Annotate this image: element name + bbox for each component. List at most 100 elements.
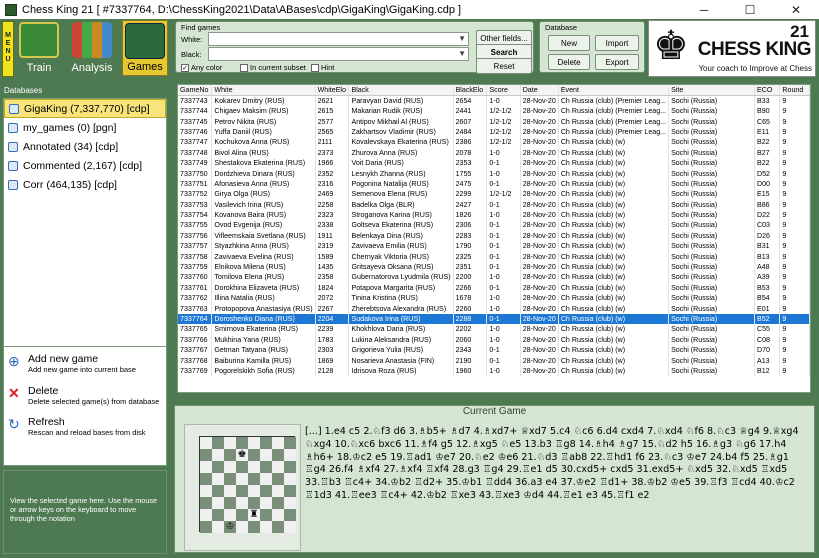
table-row[interactable]: 7337749 Shestakova Ekaterina (RUS) 1966 Voi… [178, 157, 810, 169]
board-square[interactable] [200, 437, 212, 449]
new-db-button[interactable]: New [548, 35, 590, 51]
column-header[interactable]: Site [668, 85, 755, 96]
maximize-button[interactable]: ☐ [727, 0, 773, 19]
board-square[interactable] [212, 473, 224, 485]
board-square[interactable] [200, 485, 212, 497]
board-square[interactable] [236, 461, 248, 473]
board-square[interactable] [260, 449, 272, 461]
board-square[interactable] [236, 497, 248, 509]
column-header[interactable]: Event [558, 85, 670, 96]
current-subset-checkbox[interactable]: In current subset [240, 63, 306, 72]
board-square[interactable] [272, 437, 284, 449]
board-square[interactable] [260, 473, 272, 485]
board-square[interactable] [260, 461, 272, 473]
board-square[interactable] [200, 461, 212, 473]
refresh-action[interactable]: ↻ Refresh Rescan and reload bases from d… [8, 416, 168, 437]
add-game-action[interactable]: ⊕ Add new game Add new game into current… [8, 353, 168, 374]
table-row[interactable]: 7337769 Pogorelskikh Sofia (RUS) 2128 Idris… [178, 365, 810, 377]
games-table[interactable]: GameNo White WhiteElo Black BlackElo Score Dat… [177, 84, 811, 393]
board-square[interactable] [272, 521, 284, 533]
board-square[interactable] [224, 509, 236, 521]
board-square[interactable] [212, 497, 224, 509]
table-row[interactable]: 7337755 Ovod Evgenija (RUS) 2338 Goltseva E… [178, 220, 810, 231]
mode-games-button[interactable]: Games [122, 20, 168, 76]
board-square[interactable]: ♜ [248, 509, 260, 521]
table-row[interactable]: 7337760 Tomilova Elena (RUS) 2358 Gubernato… [178, 272, 810, 283]
board-square[interactable] [284, 449, 296, 461]
board-square[interactable] [284, 497, 296, 509]
table-row[interactable]: 7337757 Styazhkina Anna (RUS) 2319 Zavivaev… [178, 241, 810, 252]
board-square[interactable] [248, 497, 260, 509]
board-square[interactable] [248, 449, 260, 461]
table-row[interactable]: 7337767 Getman Tatyana (RUS) 2303 Grigoriev… [178, 344, 810, 356]
board-square[interactable] [272, 497, 284, 509]
board-square[interactable] [284, 461, 296, 473]
board-square[interactable] [236, 485, 248, 497]
column-header[interactable]: WhiteElo [315, 85, 350, 96]
hint-checkbox[interactable]: Hint [311, 63, 334, 72]
board-square[interactable] [236, 437, 248, 449]
table-row[interactable]: 7337764 Doroshenko Diana (RUS) 2204 Sudakov… [178, 313, 810, 325]
board-square[interactable] [272, 509, 284, 521]
table-row[interactable]: 7337766 Mukhina Yana (RUS) 1783 Lukina Alek… [178, 334, 810, 345]
board-square[interactable] [212, 509, 224, 521]
board-square[interactable] [260, 509, 272, 521]
board-square[interactable] [212, 461, 224, 473]
board-square[interactable] [224, 497, 236, 509]
board-square[interactable] [284, 521, 296, 533]
board-square[interactable] [236, 521, 248, 533]
board-square[interactable] [248, 521, 260, 533]
board-square[interactable] [272, 449, 284, 461]
board-square[interactable]: ♔ [224, 521, 236, 533]
board-square[interactable] [272, 485, 284, 497]
minimize-button[interactable]: ─ [681, 0, 727, 19]
board-square[interactable] [272, 461, 284, 473]
table-row[interactable]: 7337758 Zavivaeva Evelina (RUS) 1589 Cherny… [178, 251, 810, 262]
table-row[interactable]: 7337762 Illina Natalia (RUS) 2072 Tinina Kr… [178, 293, 810, 304]
board-square[interactable] [224, 449, 236, 461]
board-square[interactable] [200, 473, 212, 485]
column-header[interactable]: Score [486, 85, 521, 96]
board-square[interactable] [212, 521, 224, 533]
table-row[interactable]: 7337756 Vifleemskaia Svetlana (RUS) 1911 Be… [178, 230, 810, 242]
table-row[interactable]: 7337746 Yuffa Daniil (RUS) 2565 Zakhartsov … [178, 126, 810, 138]
white-input[interactable]: ▼ [208, 32, 469, 46]
import-button[interactable]: Import [595, 35, 639, 51]
board-square[interactable] [248, 485, 260, 497]
column-header[interactable]: Date [520, 85, 559, 96]
table-row[interactable]: 7337759 Elnikova Milena (RUS) 1435 Gritsaye… [178, 261, 810, 273]
database-item[interactable]: GigaKing (7,337,770) [cdp] [4, 99, 166, 118]
table-row[interactable]: 7337761 Dorokhina Elizaveta (RUS) 1824 Pota… [178, 282, 810, 294]
mode-analysis-button[interactable]: Analysis [69, 20, 115, 76]
board-square[interactable] [212, 449, 224, 461]
board-square[interactable] [260, 485, 272, 497]
board-square[interactable] [284, 473, 296, 485]
table-row[interactable]: 7337765 Smirnova Ekaterina (RUS) 2239 Khokh… [178, 324, 810, 335]
board-square[interactable] [248, 437, 260, 449]
board-square[interactable] [260, 521, 272, 533]
board-square[interactable] [272, 473, 284, 485]
board-square[interactable]: ♚ [236, 449, 248, 461]
table-row[interactable]: 7337750 Dordzhieva Dinara (RUS) 2352 Lesnyk… [178, 168, 810, 179]
board-square[interactable] [260, 497, 272, 509]
table-row[interactable]: 7337747 Kochukova Anna (RUS) 2111 Kovalevsk… [178, 137, 810, 148]
database-item[interactable]: my_games (0) [pgn] [4, 118, 166, 137]
chevron-down-icon[interactable]: ▼ [458, 49, 466, 58]
delete-db-button[interactable]: Delete [548, 54, 590, 70]
column-header[interactable]: Round [779, 85, 810, 96]
board-square[interactable] [248, 461, 260, 473]
column-header[interactable]: BlackElo [453, 85, 488, 96]
board-square[interactable] [200, 521, 212, 533]
board-square[interactable] [260, 437, 272, 449]
board-square[interactable] [284, 509, 296, 521]
column-header[interactable]: Black [348, 85, 454, 96]
close-button[interactable]: ✕ [773, 0, 819, 19]
table-row[interactable]: 7337752 Girya Olga (RUS) 2469 Semenova Elen… [178, 189, 810, 200]
board-square[interactable] [284, 437, 296, 449]
chess-board[interactable]: ♚ ♜ ♔ [199, 436, 296, 533]
board-square[interactable] [284, 485, 296, 497]
column-header[interactable]: ECO [754, 85, 781, 96]
menu-tab[interactable]: M E N U [2, 21, 14, 77]
export-button[interactable]: Export [595, 54, 639, 70]
table-row[interactable]: 7337754 Kovanova Baira (RUS) 2323 Stroganov… [178, 209, 810, 221]
